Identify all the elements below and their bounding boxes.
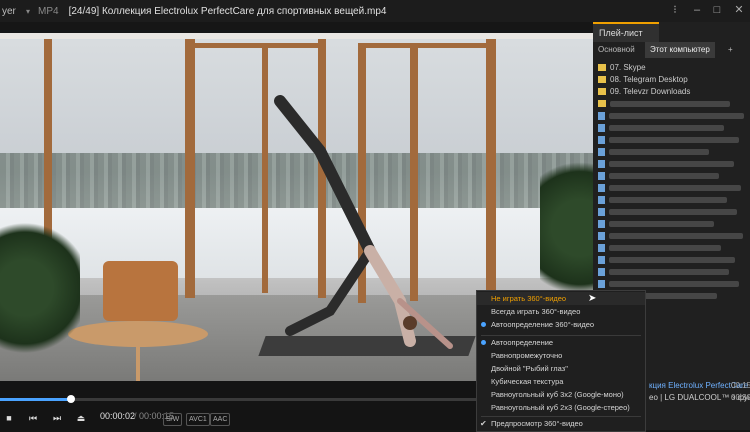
minimize-button[interactable]: –	[690, 3, 704, 17]
format-label: MP4	[38, 5, 59, 17]
time-current: 00:00:02	[100, 411, 136, 421]
item-duration: 00:30	[731, 393, 750, 402]
video-file-icon	[598, 231, 605, 240]
folder-icon	[598, 76, 606, 84]
title-bar: yer ▾ MP4 [24/49] Коллекция Electrolux P…	[0, 0, 750, 22]
radio-selected-icon	[481, 322, 486, 327]
list-item[interactable]	[598, 170, 719, 182]
menu-item-eac-stereo[interactable]: Равноугольный куб 2x3 (Google-стерео)	[477, 401, 645, 414]
playlist-title[interactable]: Плей-лист	[593, 22, 659, 42]
video-file-icon	[598, 135, 605, 144]
list-item[interactable]	[598, 254, 735, 266]
menu-item-cubemap[interactable]: Кубическая текстура	[477, 375, 645, 388]
badge-sw[interactable]: S/W	[163, 413, 183, 426]
folder-icon	[598, 88, 606, 96]
item-duration: 00:15	[731, 381, 750, 390]
list-item[interactable]	[598, 110, 744, 122]
badge-audio-codec[interactable]: AAC	[210, 413, 231, 426]
list-item[interactable]	[598, 242, 721, 254]
check-icon: ✔	[480, 419, 487, 428]
list-item[interactable]: 09. Televzr Downloads	[598, 86, 690, 98]
list-item[interactable]	[598, 218, 714, 230]
video-file-icon	[598, 195, 605, 204]
menu-item-always-360[interactable]: Всегда играть 360°-видео	[477, 305, 645, 318]
video-file-icon	[598, 183, 605, 192]
chair	[103, 261, 178, 321]
list-item[interactable]	[598, 230, 743, 242]
next-icon[interactable]: ⏭	[50, 411, 64, 425]
window-frame	[185, 33, 195, 298]
folder-icon	[598, 64, 606, 72]
list-item[interactable]	[598, 278, 739, 290]
window-title: [24/49] Коллекция Electrolux PerfectCare…	[68, 5, 387, 17]
plant-left	[0, 213, 80, 363]
video-file-icon	[598, 159, 605, 168]
yoga-figure	[274, 95, 453, 349]
more-icon[interactable]: ⁝	[668, 3, 682, 17]
menu-item-eac-mono[interactable]: Равноугольный куб 3x2 (Google-моно)	[477, 388, 645, 401]
video-file-icon	[598, 255, 605, 264]
window-frame	[366, 43, 491, 48]
chevron-down-icon[interactable]: ▾	[26, 7, 30, 16]
video-file-icon	[598, 207, 605, 216]
close-button[interactable]: ✕	[732, 3, 746, 17]
list-item[interactable]	[598, 206, 737, 218]
video-file-icon	[598, 219, 605, 228]
playlist-tabs: Основной Этот компьютер +	[593, 42, 750, 58]
mouse-cursor-icon: ➤	[588, 293, 597, 304]
table-leg	[136, 343, 140, 381]
eject-icon[interactable]: ⏏	[74, 411, 88, 425]
video-file-icon	[598, 171, 605, 180]
app-name[interactable]: yer	[0, 6, 26, 17]
video-file-icon	[598, 111, 605, 120]
tab-this-computer[interactable]: Этот компьютер	[645, 42, 715, 58]
list-item[interactable]: 07. Skype	[598, 62, 646, 74]
plant-right	[540, 143, 593, 313]
list-item[interactable]	[598, 266, 729, 278]
window-frame	[195, 43, 320, 48]
menu-item-dual-fisheye[interactable]: Двойной "Рыбий глаз"	[477, 362, 645, 375]
menu-item-equirectangular[interactable]: Равнопромежуточно	[477, 349, 645, 362]
stop-icon[interactable]: ■	[2, 411, 16, 425]
list-item[interactable]	[598, 182, 741, 194]
maximize-button[interactable]: □	[710, 3, 724, 17]
menu-item-auto-detect[interactable]: Автоопределение	[477, 336, 645, 349]
list-item[interactable]	[598, 194, 727, 206]
badge-video-codec[interactable]: AVC1	[186, 413, 210, 426]
menu-item-auto-360[interactable]: Автоопределение 360°-видео	[477, 318, 645, 331]
list-item[interactable]	[598, 146, 709, 158]
context-menu-360: Не играть 360°-видео Всегда играть 360°-…	[476, 290, 646, 432]
video-file-icon	[598, 243, 605, 252]
folder-icon	[598, 100, 606, 108]
video-file-icon	[598, 267, 605, 276]
list-item[interactable]: 08. Telegram Desktop	[598, 74, 688, 86]
list-item[interactable]	[598, 158, 734, 170]
tab-add[interactable]: +	[723, 42, 738, 58]
list-item[interactable]	[598, 98, 730, 110]
previous-icon[interactable]: ⏮	[26, 411, 40, 425]
ceiling	[0, 33, 593, 39]
video-file-icon	[598, 147, 605, 156]
menu-item-no-360[interactable]: Не играть 360°-видео	[477, 292, 645, 305]
list-item[interactable]	[598, 134, 739, 146]
radio-selected-icon	[481, 340, 486, 345]
tab-main[interactable]: Основной	[593, 42, 640, 58]
list-item[interactable]	[598, 122, 724, 134]
window-frame	[486, 33, 496, 298]
video-file-icon	[598, 123, 605, 132]
video-file-icon	[598, 279, 605, 288]
seek-progress	[0, 398, 72, 401]
menu-item-preview-360[interactable]: ✔ Предпросмотр 360°-видео	[477, 417, 645, 430]
